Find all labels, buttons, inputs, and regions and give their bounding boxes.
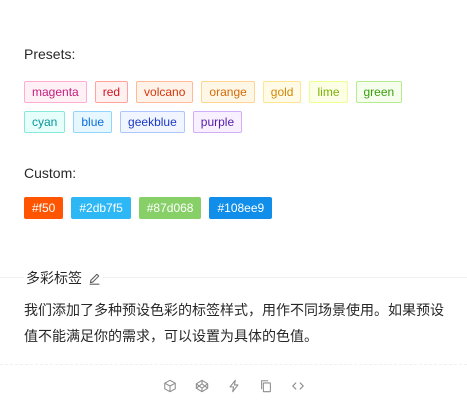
tag-purple[interactable]: purple [192, 111, 243, 133]
tag-volcano[interactable]: volcano [136, 81, 194, 103]
copy-icon[interactable] [258, 378, 274, 394]
custom-tag-87d068[interactable]: #87d068 [138, 197, 202, 219]
code-box-demo: Presets: magenta red volcano orange gold lime… [24, 44, 443, 227]
custom-title: Custom: [24, 165, 77, 181]
presets-title: Presets: [24, 46, 76, 62]
custom-tag-f50[interactable]: #f50 [24, 197, 64, 219]
tag-orange[interactable]: orange [201, 81, 255, 103]
code-expand-icon[interactable] [290, 378, 306, 394]
code-box-title-text: 多彩标签 [26, 270, 82, 286]
actions-divider [0, 364, 467, 365]
codesandbox-icon[interactable] [162, 378, 178, 394]
custom-tag-108ee9[interactable]: #108ee9 [209, 197, 273, 219]
tag-cyan[interactable]: cyan [24, 111, 66, 133]
edit-icon[interactable] [88, 272, 101, 285]
tag-lime[interactable]: lime [309, 81, 348, 103]
custom-tags: #f50 #2db7f5 #87d068 #108ee9 [24, 197, 443, 227]
tag-geekblue[interactable]: geekblue [120, 111, 185, 133]
preset-tags: magenta red volcano orange gold lime green cyan… [24, 81, 444, 141]
code-box-title: 多彩标签 [24, 269, 103, 287]
thunderbolt-icon[interactable] [226, 378, 242, 394]
custom-tag-2db7f5[interactable]: #2db7f5 [71, 197, 131, 219]
tag-gold[interactable]: gold [262, 81, 302, 103]
tag-red[interactable]: red [94, 81, 129, 103]
tag-green[interactable]: green [355, 81, 403, 103]
code-box-actions [0, 374, 467, 398]
code-box-description: 我们添加了多种预设色彩的标签样式，用作不同场景使用。如果预设值不能满足你的需求，… [24, 302, 444, 344]
codepen-icon[interactable] [194, 378, 210, 394]
tag-blue[interactable]: blue [73, 111, 113, 133]
tag-magenta[interactable]: magenta [24, 81, 87, 103]
